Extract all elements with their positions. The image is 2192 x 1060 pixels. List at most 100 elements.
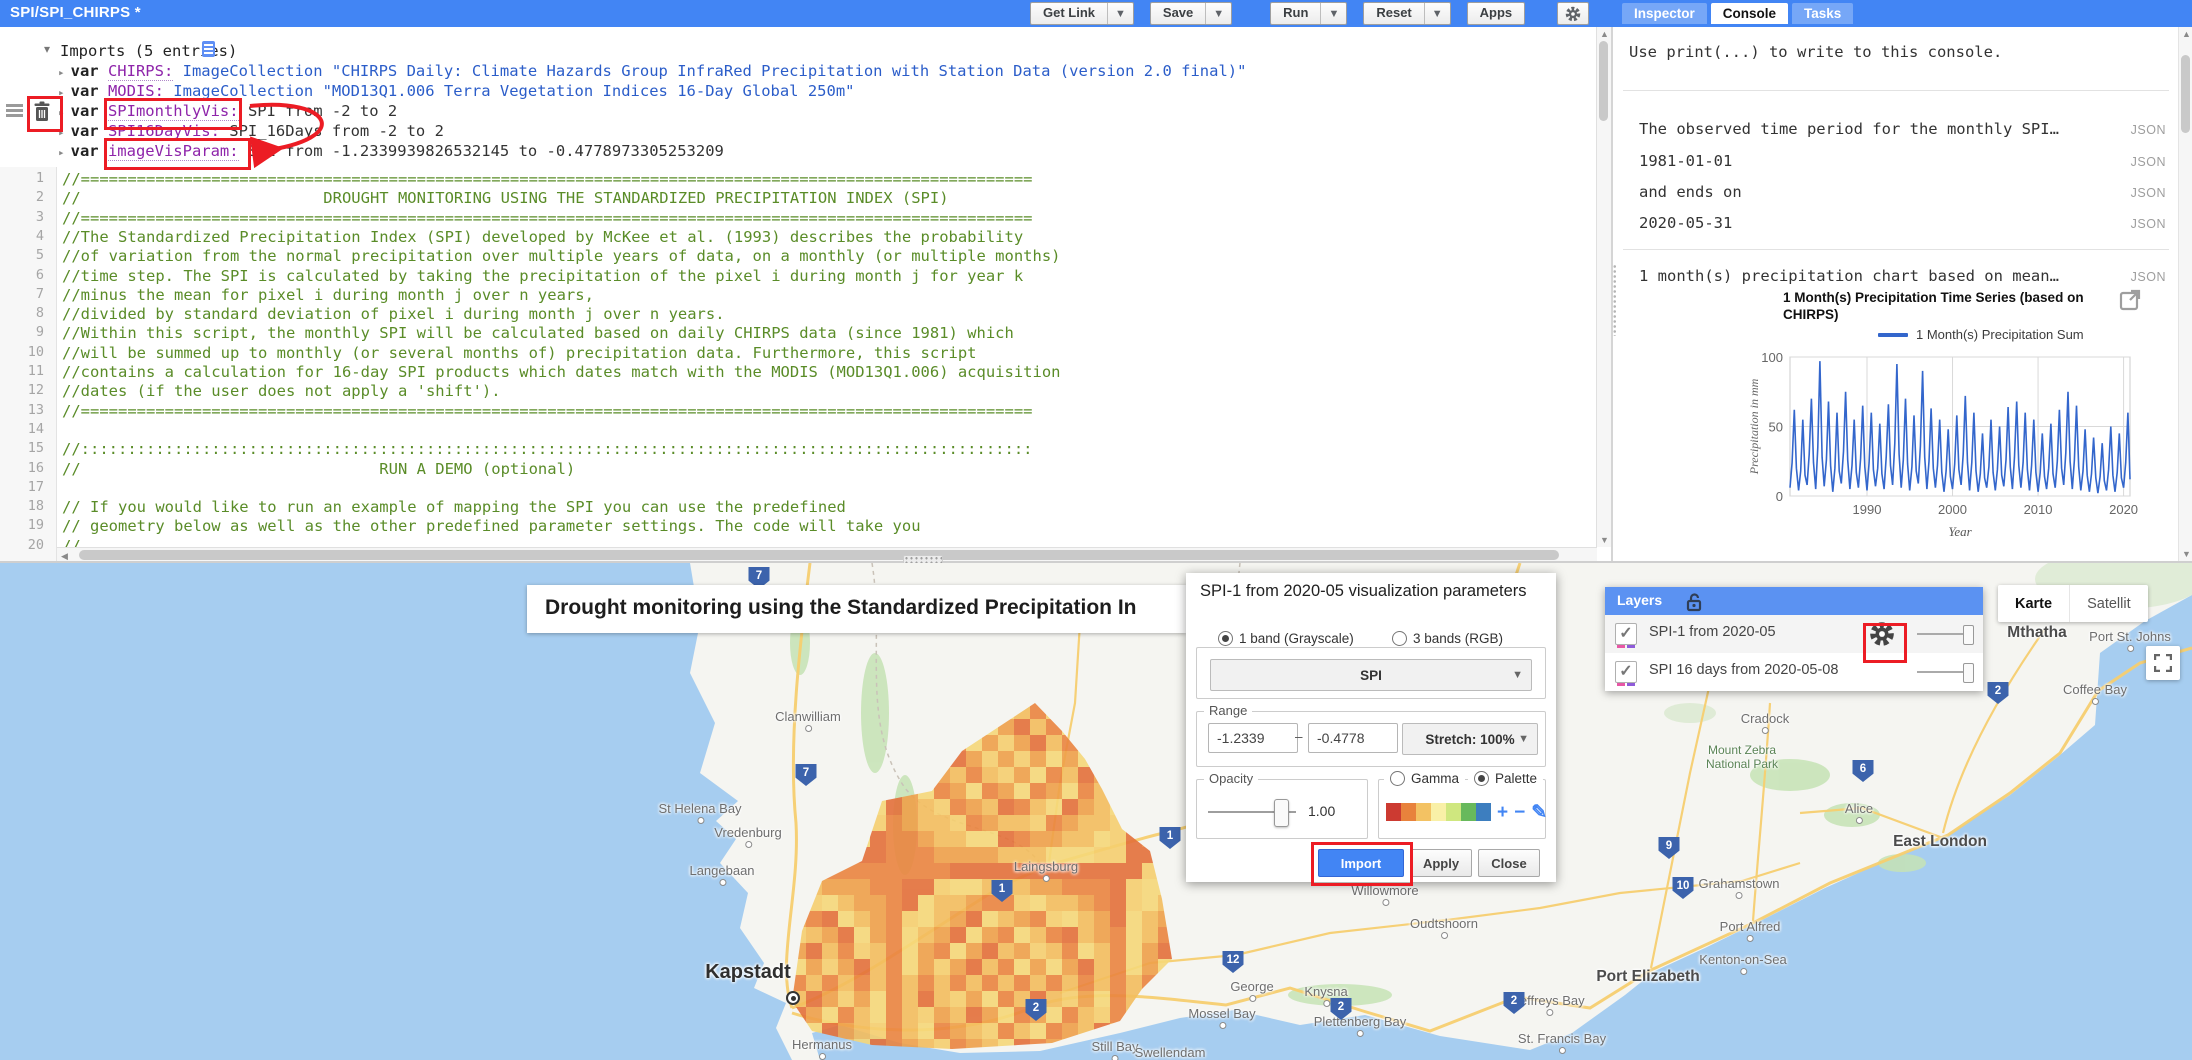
radio-icon[interactable] (1474, 771, 1489, 786)
range-max-input[interactable]: -0.4778 (1308, 723, 1398, 753)
imports-collapse-icon[interactable]: ▾ (44, 42, 50, 56)
radio-label: 3 bands (RGB) (1413, 631, 1503, 646)
chevron-down-icon: ▼ (1518, 733, 1529, 745)
map-type-satellit-button[interactable]: Satellit (2069, 585, 2148, 622)
code-line: //::::::::::::::::::::::::::::::::::::::… (62, 440, 1033, 458)
dropdown-caret-icon[interactable]: ▼ (1424, 3, 1450, 24)
layer-row[interactable]: ✓SPI-1 from 2020-05 (1605, 615, 1983, 653)
import-description: ImageCollection "MOD13Q1.006 Terra Veget… (164, 82, 855, 100)
tab-tasks[interactable]: Tasks (1792, 3, 1853, 24)
remove-color-button[interactable]: − (1514, 802, 1525, 823)
radio-icon[interactable] (1392, 631, 1407, 646)
json-expand-link[interactable]: JSON (2131, 186, 2166, 200)
town-marker (2092, 698, 2099, 705)
range-min-input[interactable]: -1.2339 (1208, 723, 1298, 753)
expand-arrow-icon[interactable]: ▸ (58, 66, 65, 79)
scroll-up-icon[interactable]: ▲ (1600, 29, 1609, 39)
json-expand-link[interactable]: JSON (2131, 270, 2166, 284)
layer-checkbox[interactable]: ✓ (1615, 661, 1637, 683)
scrollbar-thumb[interactable] (79, 550, 1559, 560)
opacity-slider-thumb[interactable] (1274, 799, 1289, 827)
add-color-button[interactable]: + (1497, 802, 1508, 823)
toolbar-button-reset[interactable]: Reset▼ (1363, 2, 1450, 25)
layers-header[interactable]: Layers (1605, 587, 1983, 615)
band-radio-rgb[interactable]: 3 bands (RGB) (1386, 631, 1509, 646)
town-marker (805, 725, 812, 732)
scrollbar-thumb[interactable] (1599, 41, 1608, 121)
imports-script-icon[interactable] (202, 41, 215, 57)
code-line: //contains a calculation for 16-day SPI … (62, 363, 1061, 381)
dropdown-caret-icon[interactable]: ▼ (1107, 3, 1133, 24)
divider (1623, 90, 2169, 91)
console-hint: Use print(...) to write to this console. (1629, 43, 2002, 61)
town-marker (1546, 1009, 1553, 1016)
earth-engine-code-editor: SPI/SPI_CHIRPS * Get Link▼Save▼Run▼Reset… (0, 0, 2192, 1060)
code-line: //======================================… (62, 209, 1033, 227)
band-select[interactable]: SPI ▼ (1210, 659, 1532, 691)
layer-row[interactable]: ✓ SPI 16 days from 2020-05-08 (1605, 653, 1983, 691)
dropdown-caret-icon[interactable]: ▼ (1320, 3, 1346, 24)
y-tick-label: 100 (1761, 350, 1783, 365)
layer-opacity-thumb[interactable] (1963, 625, 1974, 645)
toolbar-button-save[interactable]: Save▼ (1150, 2, 1232, 25)
layer-legend-strip (1627, 683, 1635, 686)
toolbar-button-run[interactable]: Run▼ (1270, 2, 1347, 25)
band-radio-grayscale[interactable]: 1 band (Grayscale) (1212, 631, 1360, 646)
editor-vertical-scrollbar[interactable]: ▲ ▼ (1596, 27, 1611, 547)
fullscreen-button[interactable] (2146, 646, 2180, 680)
close-button[interactable]: Close (1478, 849, 1540, 877)
layer-label: SPI 16 days from 2020-05-08 (1649, 662, 1838, 678)
town-marker (1249, 995, 1256, 1002)
map-view[interactable]: ClanwilliamSt Helena BayVredenburgLangeb… (0, 563, 2192, 1060)
tab-console[interactable]: Console (1711, 3, 1788, 24)
map-label-kapstadt: Kapstadt (705, 961, 791, 984)
gamma-radio[interactable]: Gamma (1384, 771, 1465, 786)
town-marker (1382, 899, 1389, 906)
apply-button[interactable]: Apply (1410, 849, 1472, 877)
expand-arrow-icon[interactable]: ▸ (58, 146, 65, 159)
precipitation-chart[interactable]: 0501001990200020102020Precipitation in m… (1738, 285, 2178, 555)
layers-title: Layers (1617, 592, 1662, 608)
layer-checkbox[interactable]: ✓ (1615, 623, 1637, 645)
json-expand-link[interactable]: JSON (2131, 217, 2166, 231)
visualization-parameters-dialog: SPI-1 from 2020-05 visualization paramet… (1186, 573, 1556, 882)
json-expand-link[interactable]: JSON (2131, 155, 2166, 169)
line-number: 11 (4, 363, 44, 379)
tab-inspector[interactable]: Inspector (1622, 3, 1707, 24)
map-label-port-elizabeth: Port Elizabeth (1596, 968, 1699, 986)
line-number: 9 (4, 324, 44, 340)
scroll-down-icon[interactable]: ▼ (1600, 535, 1609, 545)
scrollbar-thumb[interactable] (2181, 55, 2190, 133)
var-keyword: var (71, 142, 108, 160)
line-number: 3 (4, 209, 44, 225)
toolbar-button-apps[interactable]: Apps (1467, 2, 1526, 25)
code-line (62, 421, 71, 439)
radio-icon[interactable] (1218, 631, 1233, 646)
vertical-divider[interactable] (1611, 27, 1613, 563)
json-expand-link[interactable]: JSON (2131, 123, 2166, 137)
dropdown-caret-icon[interactable]: ▼ (1205, 3, 1231, 24)
scroll-down-icon[interactable]: ▼ (2182, 549, 2191, 559)
scroll-up-icon[interactable]: ▲ (2182, 29, 2191, 39)
palette-swatch (1461, 803, 1476, 821)
edit-palette-button[interactable]: ✎ (1531, 802, 1547, 823)
panel-resize-handle[interactable] (1613, 264, 1617, 336)
settings-button[interactable] (1557, 2, 1589, 25)
palette-swatch (1476, 803, 1491, 821)
toolbar-button-get-link[interactable]: Get Link▼ (1030, 2, 1134, 25)
map-type-karte-button[interactable]: Karte (1998, 585, 2069, 622)
button-label: Run (1271, 3, 1320, 24)
map-label-mthatha: Mthatha (2007, 624, 2066, 642)
code-line: // RUN A DEMO (optional) (62, 460, 575, 478)
palette-radio[interactable]: Palette (1468, 771, 1543, 786)
console-scrollbar[interactable]: ▲ ▼ (2178, 27, 2192, 563)
map-label-port-st-johns: Port St. Johns (2089, 629, 2171, 644)
console-message: The observed time period for the monthly… (1639, 120, 2059, 138)
stretch-select[interactable]: Stretch: 100% ▼ (1402, 723, 1538, 755)
layer-opacity-thumb[interactable] (1963, 663, 1974, 683)
code-line: //time step. The SPI is calculated by ta… (62, 267, 1023, 285)
radio-icon[interactable] (1390, 771, 1405, 786)
import-drag-handle-icon[interactable] (6, 104, 23, 118)
code-line: //The Standardized Precipitation Index (… (62, 228, 1023, 246)
line-number: 5 (4, 247, 44, 263)
